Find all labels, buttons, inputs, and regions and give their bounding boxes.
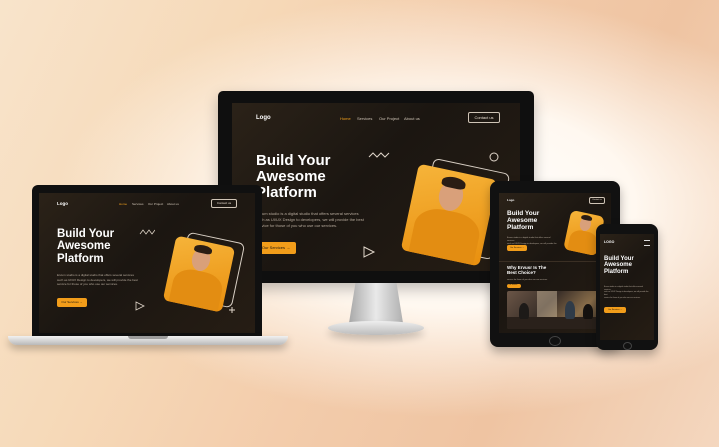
play-icon	[363, 246, 376, 258]
tablet-services-button[interactable]: Our Services →	[507, 245, 527, 251]
tablet-section-divider	[499, 261, 611, 262]
laptop-lid: Logo Home Services Our Project About us …	[32, 185, 262, 336]
tablet-why-title: Why Ervusr Is The Best Choice?	[507, 265, 546, 276]
desktop-nav-home[interactable]: Home	[340, 116, 351, 121]
tablet-why-button[interactable]: Our Services →	[507, 284, 521, 288]
tablet-logo[interactable]: Logo	[507, 198, 514, 202]
tablet-why-desc-line: service for those of you who use our ser…	[507, 279, 548, 281]
desktop-monitor: Logo Home Services Our Project About us …	[218, 91, 534, 283]
desktop-logo[interactable]: Logo	[256, 115, 271, 121]
desktop-hero-line2: Awesome	[256, 168, 326, 186]
tablet-hero-line1: Build Your	[507, 210, 540, 217]
play-icon	[135, 301, 145, 311]
laptop-contact-button[interactable]: Contact us	[211, 199, 237, 208]
monitor-neck	[349, 283, 403, 323]
plus-icon	[229, 307, 235, 313]
laptop-nav-home[interactable]: Home	[119, 202, 127, 206]
desktop-nav-about[interactable]: About us	[404, 116, 420, 121]
photo-person-3	[583, 304, 593, 319]
tablet-contact-button[interactable]: Contact us	[589, 197, 605, 204]
tablet-person-shirt	[566, 228, 600, 257]
laptop-nav-services[interactable]: Services	[132, 202, 144, 206]
tablet-screen: Logo Contact us Build Your Awesome Platf…	[499, 193, 611, 333]
laptop-screen: Logo Home Services Our Project About us …	[39, 193, 255, 333]
monitor-base	[328, 321, 424, 335]
phone-home-button[interactable]	[623, 342, 632, 350]
menu-icon[interactable]	[644, 240, 650, 246]
desktop-desc-line3: service for those of you who use our ser…	[256, 223, 338, 228]
photo-person-2	[565, 301, 575, 319]
laptop-hero-title: Build Your Awesome Platform	[57, 228, 114, 265]
desktop-hero-description: Ervum studio is a digital studio that of…	[256, 211, 376, 229]
phone-hero-title: Build Your Awesome Platform	[604, 256, 634, 275]
laptop-hero-line2: Awesome	[57, 240, 111, 253]
desktop-person-shirt	[408, 204, 484, 267]
tablet-why-line2: Best Choice?	[507, 269, 536, 275]
phone-desc-line3: service for those of you who use our ser…	[604, 296, 641, 299]
laptop-desc-line3: service for those of you who use our ser…	[57, 282, 118, 286]
laptop-logo[interactable]: Logo	[57, 201, 68, 206]
desktop-nav-services[interactable]: Services	[357, 116, 372, 121]
desktop-hero-line1: Build Your	[256, 152, 331, 169]
laptop-hero-line3: Platform	[57, 252, 104, 265]
laptop-nav-about[interactable]: About us	[167, 202, 179, 206]
laptop-desc-line1: Ervum studio is a digital studio that of…	[57, 273, 134, 277]
tablet-hero-line2: Awesome	[507, 217, 538, 225]
tablet-hero-line3: Platform	[507, 224, 534, 232]
laptop-services-button[interactable]: Our Services →	[57, 298, 87, 307]
laptop-notch	[128, 336, 168, 339]
desktop-hero-line3: Platform	[256, 184, 317, 202]
tablet-home-button[interactable]	[549, 336, 561, 346]
desktop-hero-title: Build Your Awesome Platform	[256, 152, 331, 202]
desktop-contact-button[interactable]: Contact us	[468, 112, 500, 123]
photo-person-1	[519, 303, 529, 319]
phone-hero-line3: Platform	[604, 268, 629, 275]
circle-icon	[489, 152, 499, 162]
phone-hero-line2: Awesome	[604, 262, 632, 269]
phone-logo[interactable]: LOGO	[604, 240, 614, 244]
phone-hero-description: Ervum studio is a digital studio that of…	[604, 286, 650, 299]
tablet-team-photo	[507, 291, 603, 329]
zigzag-icon	[368, 152, 390, 158]
zigzag-icon	[139, 229, 155, 235]
laptop-hero-line1: Build Your	[57, 228, 115, 240]
desktop-services-button[interactable]: Our Services →	[256, 242, 296, 254]
phone-screen: LOGO Build Your Awesome Platform Ervum s…	[600, 234, 654, 340]
laptop-person-shirt	[168, 266, 226, 313]
phone-device: LOGO Build Your Awesome Platform Ervum s…	[596, 224, 658, 350]
phone-services-button[interactable]: Our Services →	[604, 307, 626, 313]
desktop-screen: Logo Home Services Our Project About us …	[232, 103, 520, 271]
tablet-hero-title: Build Your Awesome Platform	[507, 210, 539, 231]
desktop-nav-project[interactable]: Our Project	[379, 116, 399, 121]
tablet-why-description: service for those of you who use our ser…	[507, 279, 557, 282]
laptop-hero-description: Ervum studio is a digital studio that of…	[57, 273, 147, 287]
laptop-nav-project[interactable]: Our Project	[148, 202, 163, 206]
